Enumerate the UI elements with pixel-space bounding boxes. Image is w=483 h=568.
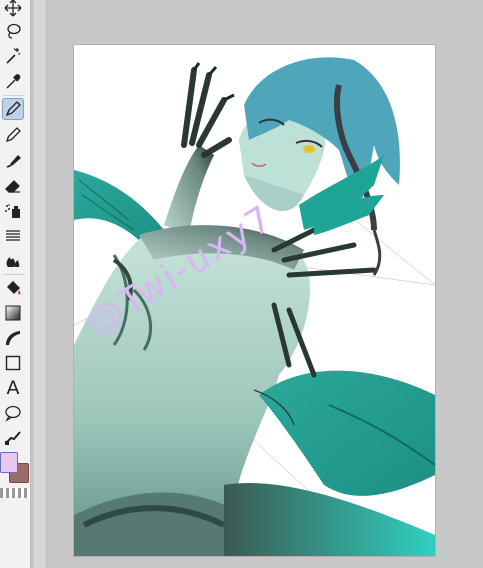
foreground-color-swatch[interactable] [0,452,18,473]
eraser-icon[interactable] [2,175,24,197]
pencil-icon[interactable] [2,124,24,146]
transparent-color-swatch[interactable] [0,488,30,498]
text-tool-glyph: A [6,377,20,399]
tool-palette: A [0,0,31,568]
drawing-canvas[interactable]: @Twi-uxy7 [74,45,435,556]
figure-icon[interactable] [2,327,24,349]
left-arm [164,145,214,235]
gradient-icon[interactable] [2,302,24,324]
right-fin [259,370,435,496]
rectangle-icon[interactable] [2,352,24,374]
speech-balloon-icon[interactable] [2,402,24,424]
smudge-icon[interactable] [2,249,24,271]
airbrush-icon[interactable] [2,200,24,222]
lasso-icon[interactable] [2,20,24,42]
correct-line-icon[interactable] [2,426,24,448]
brush-icon[interactable] [2,150,24,172]
pen-icon[interactable] [2,98,24,120]
text-tool-icon[interactable]: A [2,377,24,399]
tool-property-panel-edge [34,0,47,568]
magic-wand-icon[interactable] [2,45,24,67]
move-icon[interactable] [2,0,24,19]
blend-icon[interactable] [2,225,24,247]
fill-bucket-icon[interactable] [2,277,24,299]
eyedropper-icon[interactable] [2,71,24,93]
